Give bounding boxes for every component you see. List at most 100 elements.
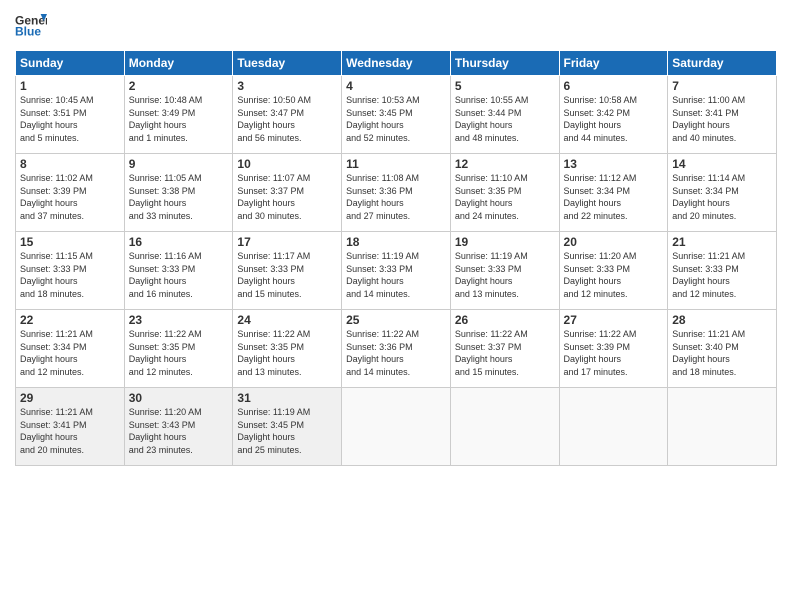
day-number: 9 (129, 157, 229, 171)
day-cell: 22 Sunrise: 11:21 AM Sunset: 3:34 PM Day… (16, 310, 125, 388)
calendar-header-row: SundayMondayTuesdayWednesdayThursdayFrid… (16, 51, 777, 76)
day-cell: 8 Sunrise: 11:02 AM Sunset: 3:39 PM Dayl… (16, 154, 125, 232)
day-cell: 3 Sunrise: 10:50 AM Sunset: 3:47 PM Dayl… (233, 76, 342, 154)
day-number: 26 (455, 313, 555, 327)
day-number: 7 (672, 79, 772, 93)
day-number: 31 (237, 391, 337, 405)
svg-text:Blue: Blue (15, 25, 41, 39)
day-number: 6 (564, 79, 664, 93)
week-row-2: 8 Sunrise: 11:02 AM Sunset: 3:39 PM Dayl… (16, 154, 777, 232)
day-info: Sunrise: 10:53 AM Sunset: 3:45 PM Daylig… (346, 94, 446, 144)
day-info: Sunrise: 11:16 AM Sunset: 3:33 PM Daylig… (129, 250, 229, 300)
col-header-friday: Friday (559, 51, 668, 76)
day-number: 18 (346, 235, 446, 249)
day-number: 12 (455, 157, 555, 171)
day-cell: 18 Sunrise: 11:19 AM Sunset: 3:33 PM Day… (342, 232, 451, 310)
day-info: Sunrise: 11:19 AM Sunset: 3:33 PM Daylig… (346, 250, 446, 300)
day-number: 17 (237, 235, 337, 249)
week-row-4: 22 Sunrise: 11:21 AM Sunset: 3:34 PM Day… (16, 310, 777, 388)
day-number: 21 (672, 235, 772, 249)
day-cell: 27 Sunrise: 11:22 AM Sunset: 3:39 PM Day… (559, 310, 668, 388)
day-info: Sunrise: 11:17 AM Sunset: 3:33 PM Daylig… (237, 250, 337, 300)
day-cell: 7 Sunrise: 11:00 AM Sunset: 3:41 PM Dayl… (668, 76, 777, 154)
day-info: Sunrise: 11:19 AM Sunset: 3:45 PM Daylig… (237, 406, 337, 456)
day-number: 22 (20, 313, 120, 327)
day-number: 25 (346, 313, 446, 327)
day-info: Sunrise: 11:14 AM Sunset: 3:34 PM Daylig… (672, 172, 772, 222)
col-header-sunday: Sunday (16, 51, 125, 76)
day-info: Sunrise: 11:22 AM Sunset: 3:35 PM Daylig… (129, 328, 229, 378)
day-number: 13 (564, 157, 664, 171)
day-info: Sunrise: 11:21 AM Sunset: 3:34 PM Daylig… (20, 328, 120, 378)
day-info: Sunrise: 10:45 AM Sunset: 3:51 PM Daylig… (20, 94, 120, 144)
day-cell: 21 Sunrise: 11:21 AM Sunset: 3:33 PM Day… (668, 232, 777, 310)
day-cell: 28 Sunrise: 11:21 AM Sunset: 3:40 PM Day… (668, 310, 777, 388)
day-info: Sunrise: 11:21 AM Sunset: 3:40 PM Daylig… (672, 328, 772, 378)
page: General Blue SundayMondayTuesdayWednesda… (0, 0, 792, 612)
day-cell: 10 Sunrise: 11:07 AM Sunset: 3:37 PM Day… (233, 154, 342, 232)
day-cell: 16 Sunrise: 11:16 AM Sunset: 3:33 PM Day… (124, 232, 233, 310)
day-number: 24 (237, 313, 337, 327)
col-header-tuesday: Tuesday (233, 51, 342, 76)
day-number: 23 (129, 313, 229, 327)
week-row-3: 15 Sunrise: 11:15 AM Sunset: 3:33 PM Day… (16, 232, 777, 310)
day-cell (668, 388, 777, 466)
header: General Blue (15, 10, 777, 42)
day-cell: 24 Sunrise: 11:22 AM Sunset: 3:35 PM Day… (233, 310, 342, 388)
day-number: 29 (20, 391, 120, 405)
day-number: 10 (237, 157, 337, 171)
day-number: 2 (129, 79, 229, 93)
day-info: Sunrise: 11:21 AM Sunset: 3:41 PM Daylig… (20, 406, 120, 456)
week-row-5: 29 Sunrise: 11:21 AM Sunset: 3:41 PM Day… (16, 388, 777, 466)
day-number: 1 (20, 79, 120, 93)
day-cell: 30 Sunrise: 11:20 AM Sunset: 3:43 PM Day… (124, 388, 233, 466)
day-info: Sunrise: 10:50 AM Sunset: 3:47 PM Daylig… (237, 94, 337, 144)
col-header-wednesday: Wednesday (342, 51, 451, 76)
day-info: Sunrise: 11:05 AM Sunset: 3:38 PM Daylig… (129, 172, 229, 222)
day-info: Sunrise: 11:08 AM Sunset: 3:36 PM Daylig… (346, 172, 446, 222)
day-number: 4 (346, 79, 446, 93)
day-number: 16 (129, 235, 229, 249)
day-number: 5 (455, 79, 555, 93)
day-number: 27 (564, 313, 664, 327)
day-cell: 1 Sunrise: 10:45 AM Sunset: 3:51 PM Dayl… (16, 76, 125, 154)
day-info: Sunrise: 11:22 AM Sunset: 3:37 PM Daylig… (455, 328, 555, 378)
day-number: 11 (346, 157, 446, 171)
day-info: Sunrise: 11:19 AM Sunset: 3:33 PM Daylig… (455, 250, 555, 300)
day-cell: 4 Sunrise: 10:53 AM Sunset: 3:45 PM Dayl… (342, 76, 451, 154)
day-info: Sunrise: 11:00 AM Sunset: 3:41 PM Daylig… (672, 94, 772, 144)
col-header-monday: Monday (124, 51, 233, 76)
day-number: 3 (237, 79, 337, 93)
day-cell: 23 Sunrise: 11:22 AM Sunset: 3:35 PM Day… (124, 310, 233, 388)
day-cell: 29 Sunrise: 11:21 AM Sunset: 3:41 PM Day… (16, 388, 125, 466)
day-cell (450, 388, 559, 466)
day-cell: 13 Sunrise: 11:12 AM Sunset: 3:34 PM Day… (559, 154, 668, 232)
day-info: Sunrise: 10:55 AM Sunset: 3:44 PM Daylig… (455, 94, 555, 144)
day-info: Sunrise: 11:20 AM Sunset: 3:43 PM Daylig… (129, 406, 229, 456)
day-cell: 12 Sunrise: 11:10 AM Sunset: 3:35 PM Day… (450, 154, 559, 232)
calendar-table: SundayMondayTuesdayWednesdayThursdayFrid… (15, 50, 777, 466)
day-cell: 20 Sunrise: 11:20 AM Sunset: 3:33 PM Day… (559, 232, 668, 310)
day-info: Sunrise: 11:15 AM Sunset: 3:33 PM Daylig… (20, 250, 120, 300)
day-info: Sunrise: 10:58 AM Sunset: 3:42 PM Daylig… (564, 94, 664, 144)
day-cell: 5 Sunrise: 10:55 AM Sunset: 3:44 PM Dayl… (450, 76, 559, 154)
col-header-thursday: Thursday (450, 51, 559, 76)
week-row-1: 1 Sunrise: 10:45 AM Sunset: 3:51 PM Dayl… (16, 76, 777, 154)
day-cell: 15 Sunrise: 11:15 AM Sunset: 3:33 PM Day… (16, 232, 125, 310)
day-info: Sunrise: 11:10 AM Sunset: 3:35 PM Daylig… (455, 172, 555, 222)
day-cell (559, 388, 668, 466)
day-cell: 6 Sunrise: 10:58 AM Sunset: 3:42 PM Dayl… (559, 76, 668, 154)
day-number: 19 (455, 235, 555, 249)
day-number: 28 (672, 313, 772, 327)
day-info: Sunrise: 11:20 AM Sunset: 3:33 PM Daylig… (564, 250, 664, 300)
day-number: 15 (20, 235, 120, 249)
day-number: 8 (20, 157, 120, 171)
day-info: Sunrise: 11:02 AM Sunset: 3:39 PM Daylig… (20, 172, 120, 222)
day-info: Sunrise: 11:12 AM Sunset: 3:34 PM Daylig… (564, 172, 664, 222)
day-info: Sunrise: 11:22 AM Sunset: 3:36 PM Daylig… (346, 328, 446, 378)
day-info: Sunrise: 11:07 AM Sunset: 3:37 PM Daylig… (237, 172, 337, 222)
day-info: Sunrise: 11:22 AM Sunset: 3:39 PM Daylig… (564, 328, 664, 378)
day-cell: 25 Sunrise: 11:22 AM Sunset: 3:36 PM Day… (342, 310, 451, 388)
day-cell (342, 388, 451, 466)
logo: General Blue (15, 10, 47, 42)
